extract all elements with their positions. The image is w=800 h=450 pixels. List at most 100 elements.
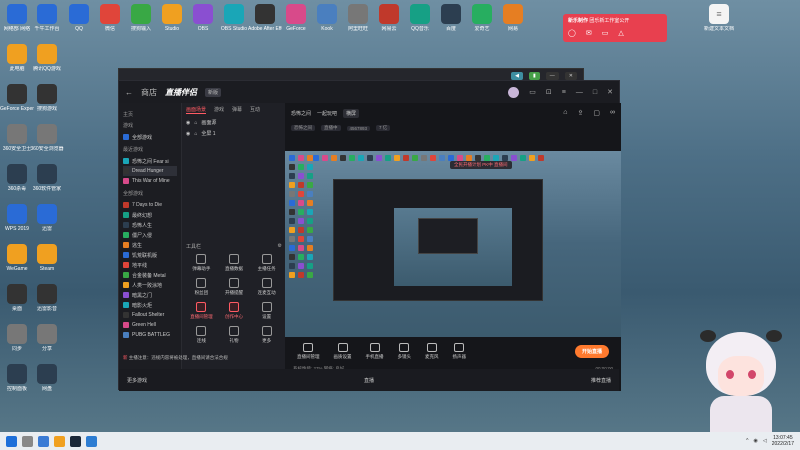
desktop-icon[interactable]: 此电脑 [0, 44, 34, 72]
scene-layer[interactable]: ◉ ⌂ 全屏 1 [182, 128, 285, 139]
tool-button[interactable]: 创作中心 [219, 302, 250, 320]
chevron-up-icon[interactable]: ^ [746, 438, 748, 444]
message-icon[interactable]: ▭ [529, 88, 536, 96]
bell-icon[interactable]: △ [618, 29, 623, 37]
scene-tab[interactable]: 画面场景 [186, 106, 207, 114]
desktop-icon[interactable]: 百度 [434, 4, 468, 32]
sidebar-game-item[interactable]: 7 Days to Die [123, 200, 177, 210]
desktop-icon[interactable]: 腾讯QQ游戏 [30, 44, 64, 72]
sidebar-game-item[interactable]: 合金装备 Metal [123, 270, 177, 280]
close-icon[interactable]: ✕ [607, 88, 613, 96]
tool-button[interactable]: 礼物 [219, 326, 250, 344]
notification-popup[interactable]: 新乐制作 团乐新工作室公开 ◯ ✉ ▭ △ [563, 14, 667, 42]
lock-icon[interactable]: ⌂ [563, 109, 567, 117]
desktop-icon[interactable]: 网盘 [30, 364, 64, 392]
scene-tab[interactable]: 游戏 [214, 106, 224, 114]
desktop-icon[interactable]: 控制面板 [0, 364, 34, 392]
desktop-icon[interactable]: Kook [310, 4, 344, 32]
footer-live[interactable]: 直播 [364, 377, 374, 384]
sidebar-game-item[interactable]: 地平线 [123, 260, 177, 270]
desktop-icon[interactable]: 网易 [496, 4, 530, 32]
desktop-icon[interactable]: 搜狗游戏 [30, 84, 64, 112]
desktop-icon[interactable]: 爱奇艺 [465, 4, 499, 32]
tool-button[interactable]: 直播数据 [219, 254, 250, 272]
desktop-icon[interactable]: OBS Studio [217, 4, 251, 32]
stream-control[interactable]: 扬声器 [453, 343, 466, 360]
preview-tab[interactable]: 一起玩吧 [317, 110, 337, 117]
taskbar-app[interactable] [54, 435, 65, 447]
sidebar-game-item[interactable]: PUBG BATTLEG [123, 330, 177, 340]
desktop-icon[interactable]: Adobe After Effects [248, 4, 282, 32]
preview-tab[interactable]: 恐怖之间 [291, 110, 311, 117]
tool-button[interactable]: 直播间管理 [186, 302, 217, 320]
tool-button[interactable]: 连线 [186, 326, 217, 344]
sidebar-game-item[interactable]: 僵尸入侵 [123, 230, 177, 240]
stream-control[interactable]: 多镜头 [398, 343, 411, 360]
sidebar-game-item[interactable]: This War of Mine [123, 176, 177, 186]
desktop-icon[interactable]: QQ [62, 4, 96, 32]
desktop-icon[interactable]: 360杀毒 [0, 164, 34, 192]
scene-tab[interactable]: 弹幕 [232, 106, 242, 114]
desktop-icon[interactable]: OBS [186, 4, 220, 32]
tool-button[interactable]: 更多 [251, 326, 282, 344]
share-icon[interactable]: ⇪ [578, 109, 584, 117]
desktop-icon[interactable]: 360软件管家 [30, 164, 64, 192]
tool-button[interactable]: 设置 [251, 302, 282, 320]
sidebar-game-item[interactable]: Fallout Shelter [123, 310, 177, 320]
volume-icon[interactable]: ◁ [763, 438, 767, 444]
tool-button[interactable]: 开播提醒 [219, 278, 250, 296]
desktop-icon[interactable]: GeForce Experience [0, 84, 34, 112]
desktop-icon[interactable]: 网络部 网络 [0, 4, 34, 32]
sidebar-game-item[interactable]: 暗影火炬 [123, 300, 177, 310]
desktop-icon[interactable]: 搜狗输入 [124, 4, 158, 32]
desktop-icon[interactable]: GeForce [279, 4, 313, 32]
desktop-icon[interactable]: QQ音乐 [403, 4, 437, 32]
folder-icon[interactable]: ▭ [602, 29, 609, 37]
go-live-button[interactable]: 开始直播 [574, 345, 609, 358]
steam-icon[interactable] [70, 435, 81, 447]
sidebar-game-item[interactable]: Green Hell [123, 320, 177, 330]
sidebar-game-item[interactable]: 暗黑之门 [123, 290, 177, 300]
footer-more-games[interactable]: 更多游戏 [127, 377, 147, 384]
settings-icon[interactable]: ⚙ [278, 243, 282, 250]
taskbar-app[interactable] [38, 435, 49, 447]
eye-icon[interactable]: ◉ [186, 120, 190, 126]
footer-recommend[interactable]: 推荐直播 [591, 377, 611, 384]
sidebar-game-item[interactable]: 恐怖之间 Fear si [123, 156, 177, 166]
clock[interactable]: 13:07:45 2022/2/17 [772, 435, 794, 447]
lock-icon[interactable]: ⌂ [194, 131, 197, 137]
desktop-icon[interactable]: 千牛工作台 [30, 4, 64, 32]
desktop-icon[interactable]: WPS 2019 [0, 204, 34, 232]
sidebar-game-item[interactable]: 恐怖人生 [123, 220, 177, 230]
desktop-icon[interactable]: 360安全浏览器 [30, 124, 64, 152]
eye-icon[interactable]: ◉ [186, 131, 190, 137]
back-button[interactable]: ← [125, 88, 133, 97]
preview-tab[interactable]: 横屏 [343, 108, 360, 118]
titlebar-chip[interactable]: — [545, 72, 559, 80]
menu-icon[interactable]: ≡ [562, 89, 566, 96]
sidebar-game-item[interactable]: Dread Hunger [123, 166, 177, 176]
connect-icon[interactable]: ∞ [610, 109, 615, 117]
desktop-icon[interactable]: 360安全卫士 [0, 124, 34, 152]
start-button[interactable] [6, 435, 17, 447]
maximize-icon[interactable]: □ [593, 89, 597, 96]
desktop-icon[interactable]: 微信 [93, 4, 127, 32]
minimize-icon[interactable]: — [576, 89, 583, 96]
sidebar-game-item[interactable]: 人类一败涂地 [123, 280, 177, 290]
window-icon[interactable]: ▢ [593, 109, 600, 117]
stream-control[interactable]: 画质设置 [334, 343, 352, 360]
sidebar-game-item[interactable]: 饥荒联机版 [123, 250, 177, 260]
tool-button[interactable]: 连麦互动 [251, 278, 282, 296]
titlebar-chip[interactable]: ◀ [511, 72, 524, 80]
sidebar-game-item[interactable]: 最终幻想 [123, 210, 177, 220]
pk-floating-tag[interactable]: 全民开播计划 PK中 直播间 [450, 161, 512, 169]
desktop-icon[interactable]: 网易云 [372, 4, 406, 32]
tool-button[interactable]: 弹幕助手 [186, 254, 217, 272]
search-icon[interactable] [22, 435, 33, 447]
desktop-icon[interactable]: Studio [155, 4, 189, 32]
person-icon[interactable]: ◯ [568, 29, 576, 37]
mail-icon[interactable]: ✉ [586, 29, 592, 37]
taskbar-app[interactable] [86, 435, 97, 447]
titlebar-chip[interactable]: ▮ [529, 72, 540, 80]
stream-preview-canvas[interactable]: 全民开播计划 PK中 直播间 [285, 151, 621, 337]
